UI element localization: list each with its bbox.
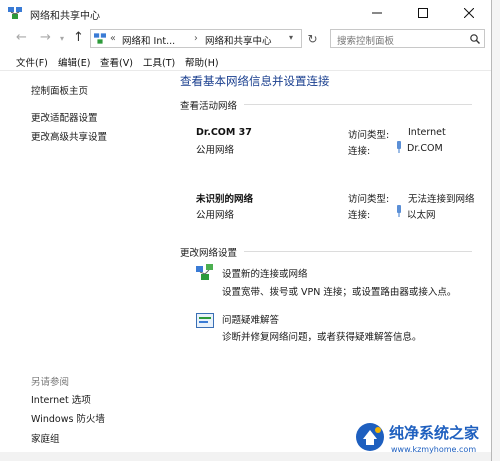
task-troubleshoot-description: 诊断并修复网络问题，或者获得疑难解答信息。 bbox=[222, 332, 422, 343]
access-type-label: 访问类型: bbox=[348, 130, 390, 141]
task-setup-description: 设置宽带、拨号或 VPN 连接；或设置路由器或接入点。 bbox=[222, 287, 457, 298]
search-icon[interactable] bbox=[470, 34, 480, 44]
search-input[interactable]: 搜索控制面板 bbox=[330, 29, 485, 48]
window-title: 网络和共享中心 bbox=[30, 11, 100, 22]
connection-label: 连接: bbox=[348, 146, 371, 157]
recent-dropdown-icon[interactable]: ▾ bbox=[60, 34, 64, 43]
page-title: 查看基本网络信息并设置连接 bbox=[180, 74, 330, 88]
network-name: 未识别的网络 bbox=[196, 194, 254, 205]
menu-divider bbox=[0, 70, 491, 71]
minimize-icon bbox=[372, 12, 382, 14]
address-dropdown-icon[interactable]: ▾ bbox=[289, 33, 293, 42]
network-type: 公用网络 bbox=[196, 145, 235, 156]
breadcrumb-overflow[interactable]: « bbox=[110, 33, 116, 44]
menu-help[interactable]: 帮助(H) bbox=[185, 55, 219, 69]
network-sharing-center-window: 网络和共享中心 ← → ▾ ↑ « 网络和 Int... › 网络和共享中心 ▾… bbox=[0, 0, 492, 461]
minimize-button[interactable] bbox=[354, 0, 400, 26]
title-bar[interactable]: 网络和共享中心 bbox=[0, 0, 491, 26]
menu-edit[interactable]: 编辑(E) bbox=[58, 55, 90, 69]
watermark-title: 纯净系统之家 bbox=[389, 424, 480, 442]
access-type-value: Internet bbox=[408, 127, 446, 138]
access-type-value: 无法连接到网络 bbox=[408, 194, 475, 205]
change-settings-label: 更改网络设置 bbox=[180, 248, 238, 259]
close-button[interactable] bbox=[446, 0, 491, 26]
maximize-icon bbox=[418, 8, 428, 18]
see-also-internet-options[interactable]: Internet 选项 bbox=[31, 392, 91, 406]
see-also-homegroup[interactable]: 家庭组 bbox=[31, 431, 60, 445]
dialup-connection-icon bbox=[397, 141, 401, 153]
connection-label: 连接: bbox=[348, 210, 371, 221]
breadcrumb-arrow-icon[interactable]: › bbox=[194, 33, 198, 44]
connection-link-ethernet[interactable]: 以太网 bbox=[407, 207, 436, 221]
watermark-url: www.kzmyhome.com bbox=[391, 445, 477, 454]
search-placeholder: 搜索控制面板 bbox=[337, 36, 395, 47]
ethernet-connection-icon bbox=[397, 205, 401, 217]
maximize-button[interactable] bbox=[400, 0, 446, 26]
menu-file[interactable]: 文件(F) bbox=[16, 55, 48, 69]
task-troubleshoot[interactable]: 问题疑难解答 bbox=[222, 312, 279, 326]
new-connection-icon bbox=[196, 264, 213, 280]
access-type-label: 访问类型: bbox=[348, 194, 390, 205]
menu-tools[interactable]: 工具(T) bbox=[143, 55, 175, 69]
back-arrow-icon[interactable]: ← bbox=[16, 30, 27, 45]
breadcrumb-item-internet[interactable]: 网络和 Int... bbox=[122, 33, 175, 47]
connection-link-drcom[interactable]: Dr.COM bbox=[407, 143, 443, 154]
menu-view[interactable]: 查看(V) bbox=[100, 55, 133, 69]
network-name: Dr.COM 37 bbox=[196, 127, 252, 138]
refresh-icon[interactable]: ↻ bbox=[303, 29, 322, 48]
change-settings-divider bbox=[244, 251, 472, 252]
see-also-label: 另请参阅 bbox=[31, 377, 70, 388]
sidebar-item-adapter-settings[interactable]: 更改适配器设置 bbox=[31, 110, 98, 124]
forward-arrow-icon[interactable]: → bbox=[40, 30, 51, 45]
active-networks-label: 查看活动网络 bbox=[180, 101, 238, 112]
network-icon bbox=[8, 7, 22, 19]
up-arrow-icon[interactable]: ↑ bbox=[73, 30, 84, 45]
sidebar-item-advanced-sharing[interactable]: 更改高级共享设置 bbox=[31, 129, 107, 143]
network-type: 公用网络 bbox=[196, 210, 235, 221]
watermark: 纯净系统之家 www.kzmyhome.com bbox=[355, 418, 495, 460]
network-icon bbox=[94, 33, 106, 44]
address-bar[interactable]: « 网络和 Int... › 网络和共享中心 ▾ bbox=[90, 29, 302, 48]
see-also-windows-firewall[interactable]: Windows 防火墙 bbox=[31, 411, 105, 425]
troubleshoot-icon bbox=[196, 313, 214, 328]
sidebar-control-panel-home[interactable]: 控制面板主页 bbox=[31, 83, 88, 97]
watermark-logo-icon bbox=[356, 423, 384, 451]
task-setup-new-connection[interactable]: 设置新的连接或网络 bbox=[222, 266, 308, 280]
breadcrumb-item-current[interactable]: 网络和共享中心 bbox=[205, 33, 272, 47]
close-icon bbox=[464, 8, 474, 18]
active-networks-divider bbox=[244, 104, 472, 105]
background-window-edge bbox=[492, 0, 500, 461]
